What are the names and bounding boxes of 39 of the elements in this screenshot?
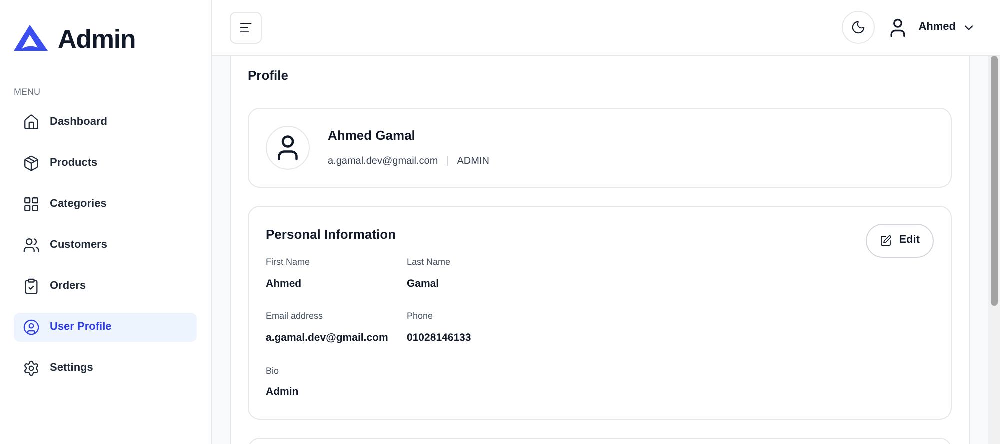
theme-toggle-button[interactable]	[842, 11, 875, 44]
sidebar-item[interactable]: Orders	[14, 272, 197, 300]
menu-toggle-button[interactable]	[230, 12, 262, 44]
field-label: Phone	[407, 310, 434, 324]
sidebar-item[interactable]: Dashboard	[14, 108, 197, 136]
field-value: Gamal	[407, 276, 440, 292]
field-label: Email address	[266, 310, 324, 324]
logo-icon	[14, 25, 50, 53]
sidebar-item[interactable]: User Profile	[14, 312, 197, 342]
sidebar-item[interactable]: Categories	[14, 190, 197, 218]
profile-role: ADMIN	[457, 154, 490, 169]
brand-name: Admin	[58, 22, 136, 56]
field-label: Last Name	[407, 256, 452, 269]
sidebar-item[interactable]: Customers	[14, 230, 197, 260]
grid-icon	[23, 196, 40, 212]
field-value: Ahmed	[266, 276, 303, 292]
field-label: Bio	[266, 364, 280, 378]
sidebar-item[interactable]: Products	[14, 148, 197, 178]
menu-heading: MENU	[14, 86, 42, 99]
users-icon	[23, 236, 40, 254]
profile-email: a.gamal.dev@gmail.com	[328, 154, 438, 169]
moon-icon	[850, 20, 866, 35]
settings-icon	[23, 360, 40, 376]
sidebar-item[interactable]: Settings	[14, 354, 197, 382]
edit-icon	[880, 234, 892, 246]
section-title: Personal Information	[266, 226, 396, 244]
user-menu-button[interactable]: Ahmed	[886, 16, 976, 38]
menu-icon	[239, 20, 253, 34]
home-icon	[23, 114, 40, 130]
field-value: a.gamal.dev@gmail.com	[266, 330, 390, 346]
field-label: First Name	[266, 256, 312, 269]
edit-button[interactable]: Edit	[866, 224, 934, 258]
clipboard-icon	[23, 278, 40, 294]
field-value: Admin	[266, 385, 300, 400]
page-title: Profile	[248, 67, 290, 85]
package-icon	[23, 154, 40, 172]
field-value: 01028146133	[407, 330, 472, 346]
user-circle-icon	[23, 318, 40, 336]
profile-name: Ahmed Gamal	[328, 127, 416, 146]
